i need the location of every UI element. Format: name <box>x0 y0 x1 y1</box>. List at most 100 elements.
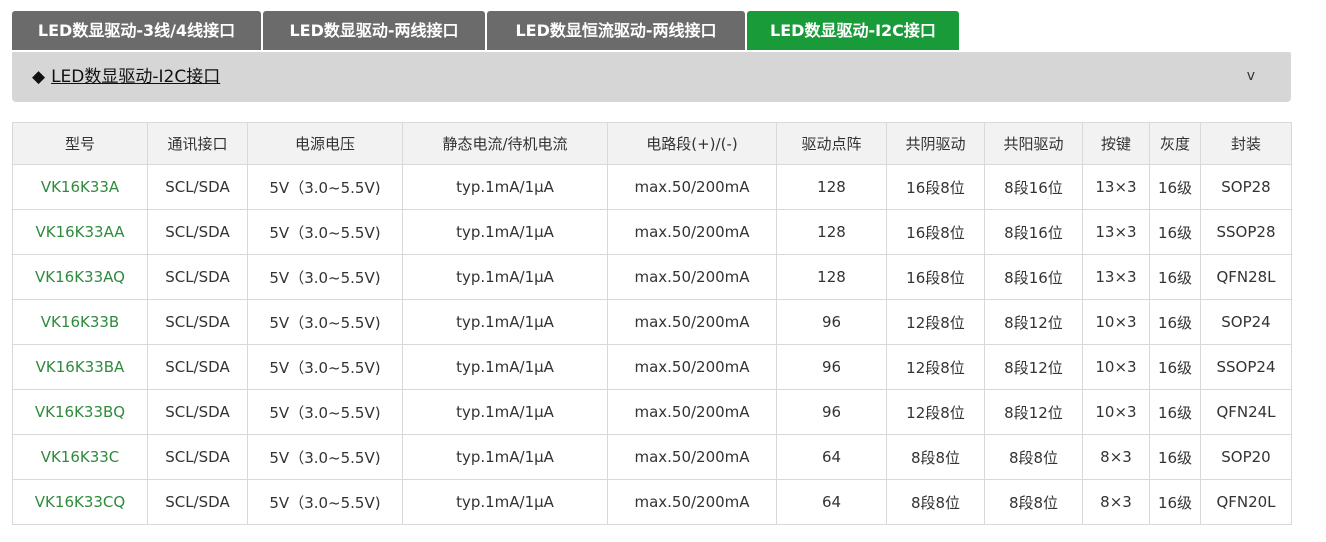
cell-dot-matrix: 64 <box>776 434 887 480</box>
header-quiescent-current: 静态电流/待机电流 <box>402 122 608 165</box>
cell-interface: SCL/SDA <box>147 254 248 300</box>
model-link[interactable]: VK16K33CQ <box>12 479 148 525</box>
cell-interface: SCL/SDA <box>147 344 248 390</box>
table-row: VK16K33B SCL/SDA 5V（3.0~5.5V) typ.1mA/1μ… <box>12 299 1292 345</box>
cell-common-anode: 8段12位 <box>984 299 1083 345</box>
cell-dot-matrix: 128 <box>776 209 887 255</box>
header-dot-matrix: 驱动点阵 <box>776 122 887 165</box>
header-supply-voltage: 电源电压 <box>247 122 403 165</box>
cell-interface: SCL/SDA <box>147 479 248 525</box>
chevron-down-icon[interactable]: v <box>1247 52 1255 100</box>
model-link[interactable]: VK16K33B <box>12 299 148 345</box>
cell-package: SOP24 <box>1200 299 1292 345</box>
table-row: VK16K33AA SCL/SDA 5V（3.0~5.5V) typ.1mA/1… <box>12 209 1292 255</box>
header-common-anode: 共阳驱动 <box>984 122 1083 165</box>
cell-package: SOP28 <box>1200 164 1292 210</box>
cell-dot-matrix: 128 <box>776 164 887 210</box>
cell-segment-current: max.50/200mA <box>607 344 777 390</box>
cell-quiescent: typ.1mA/1μA <box>402 479 608 525</box>
cell-package: QFN20L <box>1200 479 1292 525</box>
cell-segment-current: max.50/200mA <box>607 389 777 435</box>
cell-keys: 10×3 <box>1082 344 1150 390</box>
cell-grayscale: 16级 <box>1149 434 1201 480</box>
cell-grayscale: 16级 <box>1149 164 1201 210</box>
cell-segment-current: max.50/200mA <box>607 479 777 525</box>
header-common-cathode: 共阴驱动 <box>886 122 985 165</box>
cell-grayscale: 16级 <box>1149 209 1201 255</box>
cell-common-cathode: 8段8位 <box>886 434 985 480</box>
header-model: 型号 <box>12 122 148 165</box>
table-row: VK16K33BA SCL/SDA 5V（3.0~5.5V) typ.1mA/1… <box>12 344 1292 390</box>
header-interface: 通讯接口 <box>147 122 248 165</box>
cell-common-anode: 8段8位 <box>984 434 1083 480</box>
cell-keys: 10×3 <box>1082 299 1150 345</box>
tab-led-3-4-wire[interactable]: LED数显驱动-3线/4线接口 <box>12 11 261 50</box>
cell-interface: SCL/SDA <box>147 209 248 255</box>
model-link[interactable]: VK16K33C <box>12 434 148 480</box>
cell-keys: 10×3 <box>1082 389 1150 435</box>
cell-grayscale: 16级 <box>1149 479 1201 525</box>
cell-dot-matrix: 128 <box>776 254 887 300</box>
cell-voltage: 5V（3.0~5.5V) <box>247 344 403 390</box>
cell-dot-matrix: 64 <box>776 479 887 525</box>
cell-interface: SCL/SDA <box>147 164 248 210</box>
table-row: VK16K33AQ SCL/SDA 5V（3.0~5.5V) typ.1mA/1… <box>12 254 1292 300</box>
cell-dot-matrix: 96 <box>776 344 887 390</box>
cell-keys: 13×3 <box>1082 164 1150 210</box>
model-link[interactable]: VK16K33AQ <box>12 254 148 300</box>
header-segment-current: 电路段(+)/(-) <box>607 122 777 165</box>
cell-common-cathode: 16段8位 <box>886 209 985 255</box>
cell-quiescent: typ.1mA/1μA <box>402 389 608 435</box>
cell-segment-current: max.50/200mA <box>607 254 777 300</box>
cell-common-cathode: 12段8位 <box>886 389 985 435</box>
cell-keys: 13×3 <box>1082 254 1150 300</box>
cell-voltage: 5V（3.0~5.5V) <box>247 299 403 345</box>
cell-common-anode: 8段16位 <box>984 209 1083 255</box>
cell-common-anode: 8段12位 <box>984 344 1083 390</box>
cell-common-cathode: 16段8位 <box>886 254 985 300</box>
cell-voltage: 5V（3.0~5.5V) <box>247 479 403 525</box>
cell-segment-current: max.50/200mA <box>607 209 777 255</box>
cell-quiescent: typ.1mA/1μA <box>402 299 608 345</box>
cell-keys: 8×3 <box>1082 479 1150 525</box>
cell-quiescent: typ.1mA/1μA <box>402 254 608 300</box>
cell-common-cathode: 8段8位 <box>886 479 985 525</box>
cell-common-anode: 8段12位 <box>984 389 1083 435</box>
category-tabs: LED数显驱动-3线/4线接口 LED数显驱动-两线接口 LED数显恒流驱动-两… <box>12 11 961 50</box>
cell-grayscale: 16级 <box>1149 389 1201 435</box>
cell-dot-matrix: 96 <box>776 299 887 345</box>
tab-led-constant-current-two-wire[interactable]: LED数显恒流驱动-两线接口 <box>487 11 745 50</box>
tab-led-i2c[interactable]: LED数显驱动-I2C接口 <box>747 11 959 50</box>
cell-voltage: 5V（3.0~5.5V) <box>247 254 403 300</box>
header-package: 封装 <box>1200 122 1292 165</box>
tab-led-two-wire[interactable]: LED数显驱动-两线接口 <box>263 11 485 50</box>
cell-dot-matrix: 96 <box>776 389 887 435</box>
cell-keys: 8×3 <box>1082 434 1150 480</box>
accordion-header[interactable]: ◆ LED数显驱动-I2C接口 v <box>12 52 1291 102</box>
cell-voltage: 5V（3.0~5.5V) <box>247 389 403 435</box>
accordion-title[interactable]: ◆ LED数显驱动-I2C接口 <box>32 52 220 102</box>
model-link[interactable]: VK16K33BQ <box>12 389 148 435</box>
cell-grayscale: 16级 <box>1149 344 1201 390</box>
cell-interface: SCL/SDA <box>147 299 248 345</box>
accordion-title-text[interactable]: LED数显驱动-I2C接口 <box>51 67 220 87</box>
header-keys: 按键 <box>1082 122 1150 165</box>
model-link[interactable]: VK16K33AA <box>12 209 148 255</box>
cell-grayscale: 16级 <box>1149 254 1201 300</box>
diamond-icon: ◆ <box>32 67 46 87</box>
table-row: VK16K33A SCL/SDA 5V（3.0~5.5V) typ.1mA/1μ… <box>12 164 1292 210</box>
cell-package: SOP20 <box>1200 434 1292 480</box>
cell-common-cathode: 12段8位 <box>886 344 985 390</box>
cell-package: QFN28L <box>1200 254 1292 300</box>
cell-keys: 13×3 <box>1082 209 1150 255</box>
model-link[interactable]: VK16K33A <box>12 164 148 210</box>
cell-voltage: 5V（3.0~5.5V) <box>247 434 403 480</box>
cell-package: QFN24L <box>1200 389 1292 435</box>
table-header-row: 型号 通讯接口 电源电压 静态电流/待机电流 电路段(+)/(-) 驱动点阵 共… <box>12 122 1292 165</box>
cell-quiescent: typ.1mA/1μA <box>402 434 608 480</box>
cell-segment-current: max.50/200mA <box>607 434 777 480</box>
cell-voltage: 5V（3.0~5.5V) <box>247 164 403 210</box>
cell-quiescent: typ.1mA/1μA <box>402 164 608 210</box>
cell-voltage: 5V（3.0~5.5V) <box>247 209 403 255</box>
model-link[interactable]: VK16K33BA <box>12 344 148 390</box>
